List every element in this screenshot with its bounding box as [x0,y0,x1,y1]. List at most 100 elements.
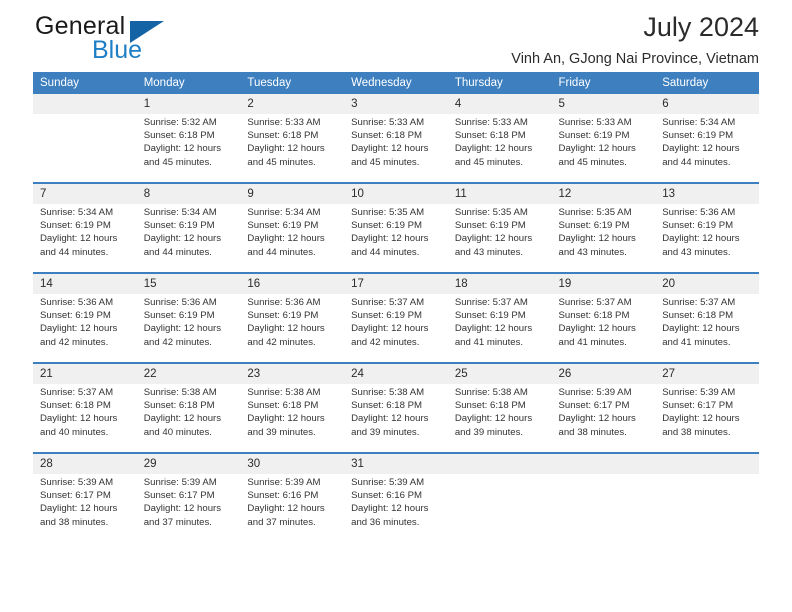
day-info-cell: Sunrise: 5:37 AM Sunset: 6:18 PM Dayligh… [551,294,656,362]
day-info-cell: Sunrise: 5:36 AM Sunset: 6:19 PM Dayligh… [33,294,137,362]
general-blue-logo: General Blue [35,12,215,64]
day-info-cell: Sunrise: 5:39 AM Sunset: 6:17 PM Dayligh… [655,384,759,452]
daylight-text-line2: and 43 minutes. [558,246,627,258]
daynumber-cell[interactable]: 21 [33,364,137,384]
daynumber-cell[interactable]: 6 [655,94,759,114]
sunrise-text: Sunrise: 5:34 AM [662,117,736,128]
sunrise-text: Sunrise: 5:33 AM [558,117,632,128]
day-info-cell: Sunrise: 5:35 AM Sunset: 6:19 PM Dayligh… [551,204,656,272]
sunset-text: Sunset: 6:19 PM [143,310,215,322]
daylight-text-line1: Daylight: 12 hours [143,503,222,515]
daynumber-cell[interactable]: 26 [551,364,656,384]
daynumber-cell[interactable]: 31 [344,454,448,474]
daylight-text-line1: Daylight: 12 hours [247,143,325,155]
daynumber-cell[interactable]: 2 [240,94,345,114]
daynumber-cell[interactable]: 15 [136,274,241,294]
daynumber-cell[interactable]: 30 [240,454,345,474]
daylight-text-line2: and 37 minutes. [143,516,212,528]
daylight-text-line1: Daylight: 12 hours [40,503,118,515]
daynumber-cell[interactable]: 22 [136,364,241,384]
daynumber-cell[interactable]: 10 [344,184,448,204]
day-info-cell: Sunrise: 5:34 AM Sunset: 6:19 PM Dayligh… [136,204,241,272]
day-info-cell: Sunrise: 5:36 AM Sunset: 6:19 PM Dayligh… [240,294,345,362]
daynumber-cell[interactable]: 13 [655,184,759,204]
daynumber-cell[interactable]: 11 [447,184,552,204]
daynumber-cell[interactable] [551,454,656,474]
sunrise-text: Sunrise: 5:39 AM [351,477,425,488]
daylight-text-line1: Daylight: 12 hours [247,233,325,245]
day-info-cell: Sunrise: 5:37 AM Sunset: 6:19 PM Dayligh… [447,294,552,362]
sunrise-text: Sunrise: 5:39 AM [247,477,321,488]
daylight-text-line2: and 45 minutes. [247,156,316,168]
day-info-cell: Sunrise: 5:39 AM Sunset: 6:17 PM Dayligh… [136,474,241,542]
sunset-text: Sunset: 6:19 PM [662,220,734,232]
daynumber-cell[interactable] [447,454,552,474]
daylight-text-line2: and 44 minutes. [662,156,731,168]
page-subtitle: Vinh An, GJong Nai Province, Vietnam [511,51,759,67]
daynumber-cell[interactable]: 7 [33,184,137,204]
daynumber-cell[interactable]: 27 [655,364,759,384]
sunset-text: Sunset: 6:17 PM [40,490,111,502]
daylight-text-line1: Daylight: 12 hours [351,413,429,425]
day-info-cell: Sunrise: 5:38 AM Sunset: 6:18 PM Dayligh… [447,384,552,452]
daynumber-cell[interactable]: 25 [447,364,552,384]
day-info-cell: Sunrise: 5:38 AM Sunset: 6:18 PM Dayligh… [344,384,448,452]
week-5-daynumber-row: 28 29 30 31 [33,454,759,474]
daynumber-cell[interactable]: 16 [240,274,345,294]
daylight-text-line2: and 37 minutes. [247,516,316,528]
sunrise-text: Sunrise: 5:39 AM [143,477,217,488]
day-info-cell: Sunrise: 5:37 AM Sunset: 6:19 PM Dayligh… [344,294,448,362]
daynumber-cell[interactable]: 8 [136,184,241,204]
sunset-text: Sunset: 6:18 PM [454,400,526,412]
daynumber-cell[interactable]: 5 [551,94,656,114]
weekday-header-row: Sunday Monday Tuesday Wednesday Thursday… [33,72,759,94]
daynumber-cell[interactable]: 28 [33,454,137,474]
daylight-text-line1: Daylight: 12 hours [558,323,636,335]
sunset-text: Sunset: 6:19 PM [40,220,111,232]
daynumber-cell[interactable]: 14 [33,274,137,294]
daynumber-cell[interactable]: 9 [240,184,345,204]
sunset-text: Sunset: 6:18 PM [247,400,319,412]
sunrise-text: Sunrise: 5:38 AM [247,387,321,398]
daynumber-cell[interactable]: 4 [447,94,552,114]
daylight-text-line1: Daylight: 12 hours [247,503,325,515]
day-info-cell: Sunrise: 5:33 AM Sunset: 6:19 PM Dayligh… [551,114,656,182]
daynumber-cell[interactable]: 29 [136,454,241,474]
sunrise-text: Sunrise: 5:35 AM [558,207,632,218]
sunrise-text: Sunrise: 5:39 AM [662,387,736,398]
weekday-header-saturday: Saturday [655,72,759,94]
daylight-text-line1: Daylight: 12 hours [143,233,222,245]
daynumber-cell[interactable]: 1 [136,94,241,114]
daynumber-cell[interactable]: 23 [240,364,345,384]
day-info-cell: Sunrise: 5:36 AM Sunset: 6:19 PM Dayligh… [136,294,241,362]
daylight-text-line2: and 45 minutes. [351,156,420,168]
daynumber-cell[interactable]: 20 [655,274,759,294]
sunset-text: Sunset: 6:16 PM [247,490,319,502]
daynumber-cell[interactable]: 12 [551,184,656,204]
daylight-text-line2: and 44 minutes. [143,246,212,258]
sunset-text: Sunset: 6:17 PM [558,400,630,412]
daylight-text-line2: and 40 minutes. [40,426,109,438]
daynumber-cell[interactable]: 17 [344,274,448,294]
day-info-cell: Sunrise: 5:39 AM Sunset: 6:16 PM Dayligh… [240,474,345,542]
day-info-cell: Sunrise: 5:39 AM Sunset: 6:16 PM Dayligh… [344,474,448,542]
daylight-text-line1: Daylight: 12 hours [351,503,429,515]
daynumber-cell[interactable]: 3 [344,94,448,114]
sunrise-text: Sunrise: 5:32 AM [143,117,217,128]
daylight-text-line1: Daylight: 12 hours [454,323,533,335]
sunrise-text: Sunrise: 5:33 AM [454,117,528,128]
sunrise-text: Sunrise: 5:38 AM [351,387,425,398]
daylight-text-line2: and 42 minutes. [143,336,212,348]
weekday-header-thursday: Thursday [447,72,552,94]
daynumber-cell[interactable] [655,454,759,474]
daynumber-cell[interactable]: 24 [344,364,448,384]
daynumber-cell[interactable]: 18 [447,274,552,294]
day-info-cell: Sunrise: 5:33 AM Sunset: 6:18 PM Dayligh… [344,114,448,182]
daylight-text-line1: Daylight: 12 hours [40,413,118,425]
sunset-text: Sunset: 6:18 PM [351,130,423,142]
daynumber-cell[interactable]: 19 [551,274,656,294]
day-info-cell: Sunrise: 5:34 AM Sunset: 6:19 PM Dayligh… [33,204,137,272]
daylight-text-line2: and 42 minutes. [247,336,316,348]
sunrise-text: Sunrise: 5:34 AM [143,207,217,218]
daynumber-cell[interactable] [33,94,137,114]
